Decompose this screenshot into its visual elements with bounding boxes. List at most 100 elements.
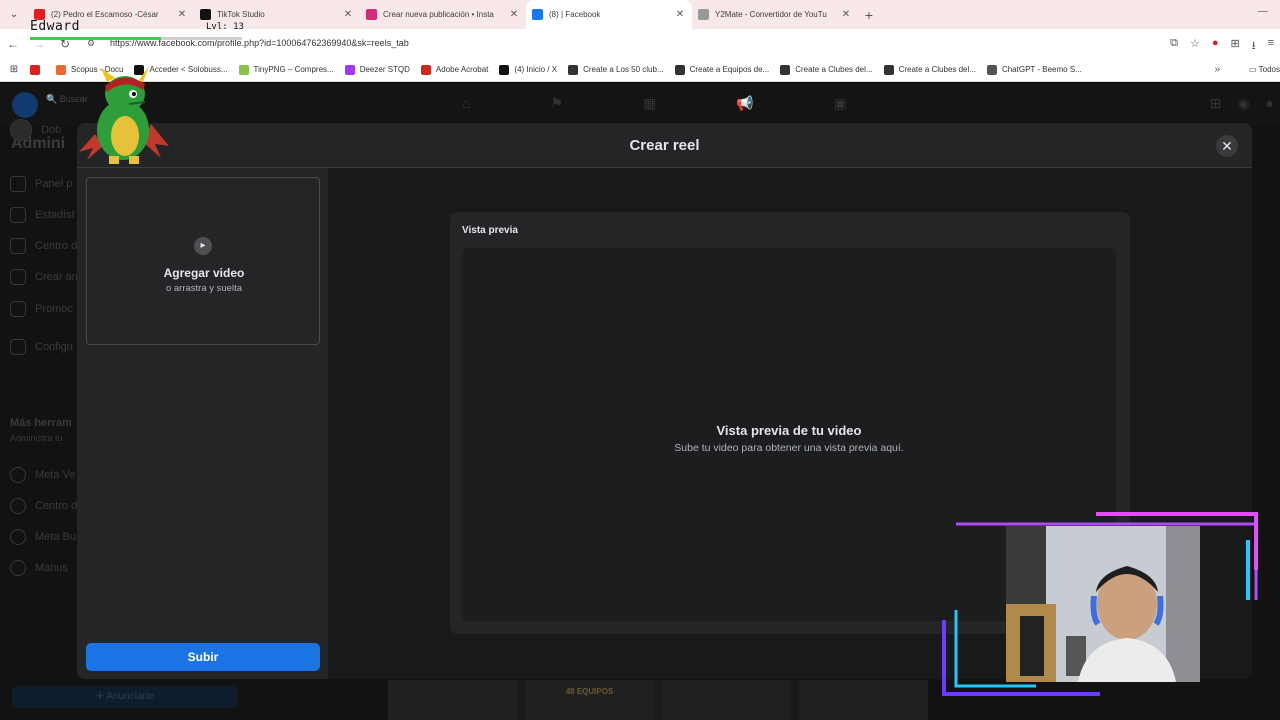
bookmark-item[interactable]: (4) Inicio / X — [499, 64, 558, 75]
bookmark-favicon-icon — [780, 64, 791, 75]
add-video-label: Agregar video — [163, 266, 245, 280]
browser-tab[interactable]: Y2Mate - Convertidor de YouTu ✕ — [692, 0, 858, 29]
bookmark-item[interactable]: Deezer STQD — [344, 64, 410, 75]
upload-panel: ▸ Agregar video o arrastra y suelta Subi… — [77, 168, 328, 679]
tab-title: Y2Mate - Convertidor de YouTu — [715, 10, 827, 19]
home-icon[interactable]: ⌂ — [462, 95, 470, 112]
bookmarks-bar: ⊞ Scopus - Docu Acceder < Solobuss... Tiny… — [0, 58, 1280, 82]
sidebar-item[interactable]: Configu — [10, 339, 73, 355]
megaphone-icon[interactable]: 📢 — [736, 95, 753, 112]
bookmark-label: (4) Inicio / X — [514, 65, 558, 74]
xp-progress-bar — [30, 37, 242, 40]
drag-drop-hint: o arrastra y suelta — [165, 283, 243, 294]
bookmark-list: Scopus - Docu Acceder < Solobuss... TinyPN… — [30, 64, 1093, 75]
video-icon[interactable]: ▣ — [834, 95, 847, 112]
insights-icon[interactable]: ▦ — [643, 95, 656, 112]
bookmark-item[interactable]: Create a Equipos de... — [674, 64, 769, 75]
close-dialog-button[interactable]: ✕ — [1216, 135, 1238, 157]
reel-thumbnail[interactable] — [662, 680, 791, 720]
close-tab-icon[interactable]: ✕ — [840, 9, 852, 20]
reel-thumbnail-badge[interactable]: 48 EQUIPOS — [525, 680, 654, 720]
bookmark-favicon-icon — [986, 64, 997, 75]
install-app-icon[interactable]: ⧉ — [1170, 37, 1178, 56]
reel-thumbnail[interactable] — [388, 680, 517, 720]
sidebar-item-icon — [10, 269, 26, 285]
webcam-feed — [1006, 526, 1200, 682]
more-bookmarks-icon[interactable]: » — [1214, 64, 1220, 75]
preview-empty-title: Vista previa de tu video — [716, 423, 862, 438]
more-tools-heading: Más herram — [10, 417, 72, 429]
browser-tab[interactable]: Crear nueva publicación • Insta ✕ — [360, 0, 526, 29]
tools-item[interactable]: Meta Ve — [10, 467, 75, 483]
bookmark-item[interactable] — [30, 64, 45, 75]
tools-item[interactable]: Manus — [10, 560, 68, 576]
tools-item-icon — [10, 560, 26, 576]
overlay-username: Edward — [30, 19, 80, 34]
browser-tab[interactable]: (8) | Facebook ✕ — [526, 0, 692, 29]
preview-empty-subtitle: Sube tu video para obtener una vista pre… — [674, 442, 904, 454]
reel-thumbnail[interactable] — [799, 680, 928, 720]
close-tab-icon[interactable]: ✕ — [342, 9, 354, 20]
close-tab-icon[interactable]: ✕ — [508, 9, 520, 20]
bookmark-label: Create a Clubes del... — [795, 65, 873, 74]
new-tab-button[interactable]: + — [858, 7, 880, 23]
notifications-icon[interactable]: ● — [1266, 95, 1274, 112]
sidebar-item-icon — [10, 339, 26, 355]
bookmark-star-icon[interactable]: ☆ — [1190, 37, 1200, 56]
sidebar-item-icon — [10, 238, 26, 254]
dialog-title: Crear reel — [629, 137, 700, 154]
sidebar-item-icon — [10, 301, 26, 317]
apps-grid-icon[interactable]: ⊞ — [0, 64, 28, 75]
close-tab-icon[interactable]: ✕ — [674, 9, 686, 20]
bookmark-item[interactable]: TinyPNG – Compres... — [238, 64, 334, 75]
sidebar-item-label: Estadíst — [35, 209, 75, 221]
more-tools-subtitle: Administra tu — [10, 433, 63, 443]
dialog-header: Crear reel ✕ — [77, 123, 1252, 168]
all-bookmarks-folder[interactable]: ▭ Todos — [1249, 65, 1280, 74]
sidebar-item[interactable]: Crear an — [10, 269, 78, 285]
streamer-level-overlay: Edward Lvl: 13 — [30, 16, 250, 46]
tools-item-icon — [10, 529, 26, 545]
minimize-window-button[interactable]: — — [1258, 6, 1268, 17]
bookmark-item[interactable]: Adobe Acrobat — [420, 64, 489, 75]
facebook-top-nav: 🔍 Buscar ⌂ ⚑ ▦ 📢 ▣ ⊞ ◉ ● — [0, 83, 1280, 125]
bookmark-item[interactable]: Create a Clubes del... — [780, 64, 873, 75]
sidebar-item-icon — [10, 119, 32, 141]
bookmark-item[interactable]: ChatGPT - Beemo S... — [986, 64, 1082, 75]
advertise-button[interactable]: ✈ Anunciarte — [12, 686, 238, 708]
overlay-level: Lvl: 13 — [206, 22, 244, 32]
reel-thumbnails: 48 EQUIPOS — [388, 680, 928, 720]
bookmark-label: TinyPNG – Compres... — [253, 65, 334, 74]
add-video-dropzone[interactable]: ▸ Agregar video o arrastra y suelta — [86, 177, 320, 345]
sidebar-item[interactable]: Dob — [10, 119, 61, 141]
menu-icon[interactable]: ≡ — [1268, 37, 1274, 56]
sidebar-item-label: Dob — [41, 124, 62, 136]
back-button[interactable]: ← — [0, 37, 26, 51]
download-icon[interactable]: ⭳ — [1252, 37, 1256, 56]
tab-title: (8) | Facebook — [549, 10, 601, 19]
sidebar-item[interactable]: Panel p — [10, 176, 72, 192]
bookmark-item[interactable]: Create a Los 50 club... — [568, 64, 664, 75]
tools-item-icon — [10, 467, 26, 483]
extensions-puzzle-icon[interactable]: ⊞ — [1231, 37, 1240, 56]
extension-red-icon[interactable]: ● — [1212, 37, 1219, 56]
tab-title: Crear nueva publicación • Insta — [383, 10, 494, 19]
flag-icon[interactable]: ⚑ — [550, 95, 563, 112]
facebook-logo[interactable] — [12, 92, 38, 118]
tools-item[interactable]: Centro d — [10, 498, 77, 514]
upload-button[interactable]: Subir — [86, 643, 320, 671]
sidebar-item[interactable]: Estadíst — [10, 207, 75, 223]
bookmark-label: Create a Los 50 club... — [583, 65, 664, 74]
bookmark-label: Adobe Acrobat — [435, 65, 489, 74]
messenger-icon[interactable]: ◉ — [1237, 95, 1249, 112]
tools-item-label: Meta Bu — [35, 531, 76, 543]
sidebar-item[interactable]: Centro d — [10, 238, 77, 254]
bookmark-favicon-icon — [883, 64, 894, 75]
tools-item[interactable]: Meta Bu — [10, 529, 76, 545]
sidebar-item-label: Configu — [35, 341, 73, 353]
tab-search-button[interactable]: ⌄ — [0, 0, 28, 29]
bookmark-item[interactable]: Create a Clubes del... — [883, 64, 976, 75]
sidebar-item-icon — [10, 176, 26, 192]
menu-grid-icon[interactable]: ⊞ — [1210, 95, 1222, 112]
facebook-nav-icons: ⌂ ⚑ ▦ 📢 ▣ — [462, 95, 847, 112]
